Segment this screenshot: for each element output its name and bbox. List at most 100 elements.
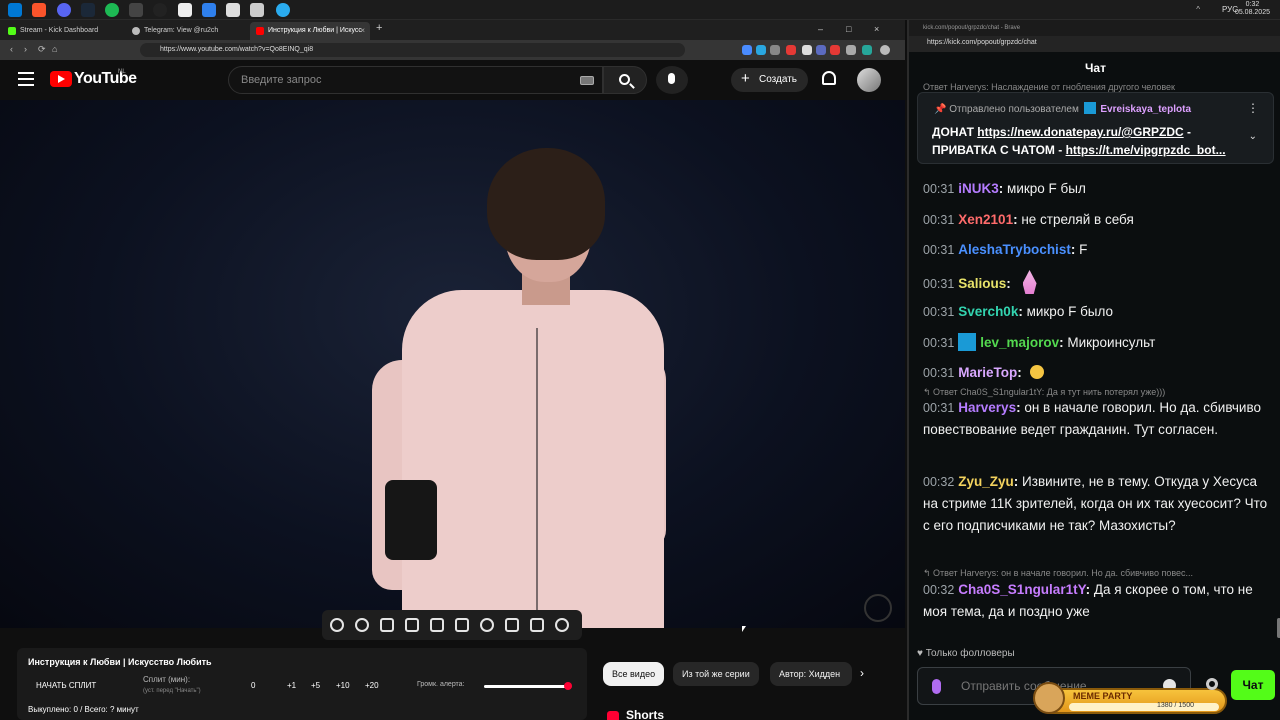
- message-username[interactable]: iNUK3: [958, 181, 999, 196]
- screenshot-icon[interactable]: [530, 618, 544, 632]
- increment-button-1[interactable]: +1: [287, 681, 296, 690]
- kick-chat-window: kick.com/popout/grpzdc/chat - Brave http…: [907, 20, 1280, 720]
- pinned-username[interactable]: Evreiskaya_teplota: [1100, 104, 1191, 115]
- split-video-title: Инструкция к Любви | Искусство Любить: [28, 657, 212, 667]
- notifications-bell-icon[interactable]: [822, 71, 836, 85]
- tab-kick-dashboard[interactable]: Stream - Kick Dashboard: [2, 22, 124, 40]
- tray-expand-icon[interactable]: ^: [1196, 5, 1200, 14]
- chat-settings-icon[interactable]: [1206, 678, 1218, 690]
- home-button[interactable]: ⌂: [52, 44, 57, 54]
- extension-icon[interactable]: [786, 45, 796, 55]
- chat-url-bar[interactable]: https://kick.com/popout/grpzdc/chat: [909, 36, 1280, 52]
- close-tab-icon[interactable]: ×: [360, 26, 365, 35]
- voice-search-button[interactable]: [656, 66, 688, 94]
- increment-button-10[interactable]: +10: [336, 681, 350, 690]
- increment-button-5[interactable]: +5: [311, 681, 320, 690]
- split-minutes-value[interactable]: 0: [251, 681, 255, 690]
- message-username[interactable]: Zyu_Zyu: [958, 474, 1014, 489]
- chip-author[interactable]: Автор: Хидден: [770, 662, 852, 686]
- expand-chevron-icon[interactable]: ⌄: [1249, 131, 1257, 142]
- avatar[interactable]: [857, 68, 881, 92]
- video-player[interactable]: [0, 100, 905, 628]
- app-icon[interactable]: [250, 3, 264, 17]
- pinned-header: 📌 Отправлено пользователем Evreiskaya_te…: [934, 102, 1191, 115]
- keyboard-icon[interactable]: [580, 76, 594, 85]
- message-username[interactable]: Xen2101: [958, 212, 1013, 227]
- new-tab-button[interactable]: +: [376, 22, 382, 34]
- donate-link[interactable]: https://new.donatepay.ru/@GRPZDC: [977, 125, 1183, 139]
- settings-gear-icon[interactable]: [555, 618, 569, 632]
- audio-icon[interactable]: [355, 618, 369, 632]
- pip-icon[interactable]: [430, 618, 444, 632]
- youtube-logo-text[interactable]: YouTube: [74, 70, 137, 88]
- video-person: [402, 290, 664, 628]
- volume-knob[interactable]: [563, 682, 572, 690]
- extension-icon[interactable]: [756, 45, 766, 55]
- extension-icon[interactable]: [846, 45, 856, 55]
- reply-context: ↰ Ответ Harverys: он в начале говорил. Н…: [923, 568, 1194, 578]
- send-chat-button[interactable]: Чат: [1231, 670, 1275, 700]
- meme-party-label: MEME PARTY: [1073, 691, 1133, 701]
- search-input[interactable]: Введите запрос: [228, 66, 603, 94]
- back-button[interactable]: ‹: [10, 44, 13, 54]
- increment-button-20[interactable]: +20: [365, 681, 379, 690]
- app-icon[interactable]: [129, 3, 143, 17]
- message-username[interactable]: lev_majorov: [980, 335, 1059, 350]
- maximize-button[interactable]: □: [846, 24, 851, 34]
- message-username[interactable]: MarieTop: [958, 365, 1017, 380]
- microphone-icon[interactable]: [932, 679, 941, 694]
- message-username[interactable]: Salious: [958, 276, 1006, 291]
- message-username[interactable]: Sverch0k: [958, 304, 1018, 319]
- menu-icon[interactable]: [18, 72, 34, 86]
- message-username[interactable]: Harverys: [958, 400, 1016, 415]
- message-username[interactable]: AleshaTrybochist: [958, 242, 1071, 257]
- youtube-logo-icon[interactable]: [50, 71, 72, 87]
- spotify-icon[interactable]: [105, 3, 119, 17]
- create-button[interactable]: + Создать: [731, 68, 808, 92]
- game-icon[interactable]: [178, 3, 192, 17]
- minimize-button[interactable]: –: [818, 24, 823, 34]
- chips-next-icon[interactable]: ›: [860, 666, 864, 680]
- brave-icon[interactable]: [32, 3, 46, 17]
- clock[interactable]: 0:32 05.08.2025: [1235, 1, 1270, 17]
- message-timestamp: 00:31: [923, 401, 955, 415]
- chat-message: 00:31 Sverch0k: микро F было: [923, 301, 1273, 323]
- clapper-icon[interactable]: [405, 618, 419, 632]
- speed-icon[interactable]: [480, 618, 494, 632]
- message-colon: :: [998, 181, 1008, 196]
- profile-icon[interactable]: [880, 45, 890, 55]
- close-window-button[interactable]: ×: [874, 24, 879, 34]
- tab-telegram[interactable]: Telegram: View @ru2ch: [126, 22, 248, 40]
- telegram-icon[interactable]: [276, 3, 290, 17]
- extension-icon[interactable]: [770, 45, 780, 55]
- windows-start-icon[interactable]: [8, 3, 22, 17]
- discord-icon[interactable]: [57, 3, 71, 17]
- tab-youtube[interactable]: Инструкция к Любви | Искусс ×: [250, 22, 370, 40]
- alert-volume-slider[interactable]: [484, 682, 572, 690]
- chip-same-series[interactable]: Из той же серии: [673, 662, 759, 686]
- extension-icon[interactable]: [862, 45, 872, 55]
- telegram-link[interactable]: https://t.me/vipgrpzdc_bot...: [1066, 143, 1226, 157]
- player-icon[interactable]: [202, 3, 216, 17]
- chip-all-videos[interactable]: Все видео: [603, 662, 665, 686]
- extension-icon[interactable]: [742, 45, 752, 55]
- obs-icon[interactable]: [153, 3, 167, 17]
- start-split-button[interactable]: НАЧАТЬ СПЛИТ: [36, 681, 96, 690]
- more-options-icon[interactable]: ⋮: [1247, 101, 1259, 115]
- channel-watermark-icon[interactable]: [864, 594, 892, 622]
- extension-icon[interactable]: [802, 45, 812, 55]
- message-timestamp: 00:32: [923, 475, 955, 489]
- extension-icon[interactable]: [816, 45, 826, 55]
- theater-icon[interactable]: [455, 618, 469, 632]
- loop-icon[interactable]: [330, 618, 344, 632]
- app-icon[interactable]: [226, 3, 240, 17]
- reload-button[interactable]: ⟳: [38, 44, 46, 55]
- forward-button[interactable]: ›: [24, 44, 27, 54]
- steam-icon[interactable]: [81, 3, 95, 17]
- queue-icon[interactable]: [380, 618, 394, 632]
- extension-icon[interactable]: [830, 45, 840, 55]
- search-button[interactable]: [603, 66, 647, 94]
- add-icon[interactable]: [505, 618, 519, 632]
- message-username[interactable]: Cha0S_S1ngular1tY: [958, 582, 1085, 597]
- url-bar[interactable]: https://www.youtube.com/watch?v=Qo8EINQ_…: [140, 43, 685, 57]
